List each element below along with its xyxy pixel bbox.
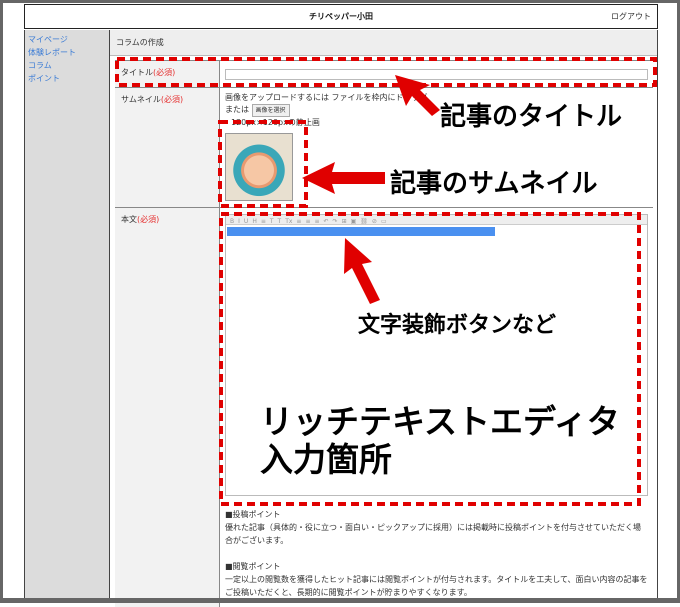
annotation-title: 記事のタイトル (440, 102, 623, 132)
title-highlight-box (115, 57, 657, 87)
arrow-icon (302, 162, 385, 194)
annotation-overlay (115, 57, 657, 506)
arrow-icon (395, 75, 440, 116)
annotation-editor: リッチテキストエディタ 入力箇所 (260, 403, 620, 479)
annotation-editor-line1: リッチテキストエディタ (260, 402, 620, 441)
arrow-icon (344, 238, 380, 304)
annotation-buttons: 文字装飾ボタンなど (358, 313, 557, 338)
annotation-thumbnail: 記事のサムネイル (390, 169, 598, 199)
annotation-editor-line2: 入力箇所 (260, 440, 392, 479)
thumbnail-highlight-box (218, 120, 308, 208)
